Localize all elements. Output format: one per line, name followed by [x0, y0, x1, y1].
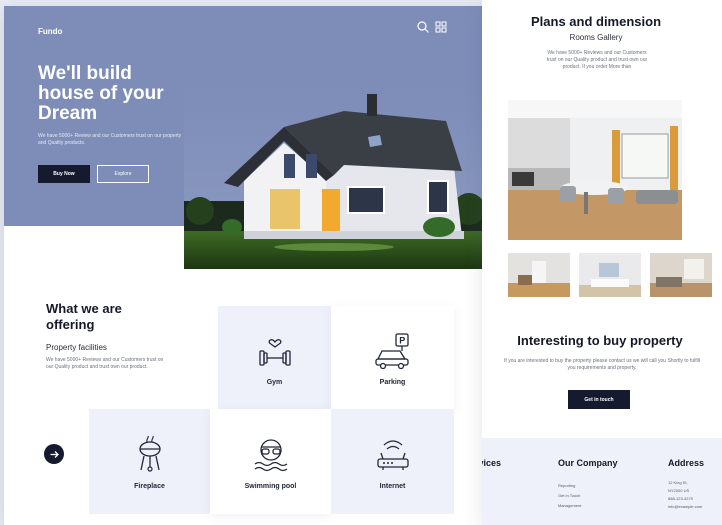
- arrow-right-icon: [50, 450, 59, 458]
- room-thumbnail[interactable]: [650, 253, 712, 297]
- house-photo: [184, 91, 482, 269]
- buy-property-title: Interesting to buy property: [517, 333, 683, 348]
- footer-heading-address: Address: [668, 458, 705, 468]
- facility-card-swimming-pool[interactable]: Swimming pool: [210, 409, 331, 514]
- plans-title: Plans and dimension: [530, 14, 662, 29]
- gym-icon: [258, 339, 291, 366]
- footer-link[interactable]: Reporting: [558, 483, 575, 488]
- grid-icon[interactable]: [434, 20, 448, 34]
- facility-card-parking[interactable]: P Parking: [331, 306, 454, 409]
- offering-subtitle: Property facilities: [46, 343, 107, 352]
- facility-card-internet[interactable]: Internet: [331, 409, 454, 514]
- brand-logo[interactable]: Fundo: [38, 27, 62, 36]
- headline-line: house of your: [38, 83, 164, 104]
- landing-page-right: Plans and dimension Rooms Gallery We hav…: [482, 0, 722, 525]
- swimming-pool-icon: [254, 439, 287, 472]
- footer-link[interactable]: Get in Touch: [558, 493, 580, 498]
- fireplace-icon: [138, 435, 161, 472]
- room-thumbnail[interactable]: [579, 253, 641, 297]
- address-line[interactable]: info@example.com: [668, 504, 702, 509]
- landing-page-left: Fundo We'll build house of your Dream We…: [4, 6, 482, 525]
- offering-title: What we are offering: [46, 301, 122, 332]
- internet-icon: [376, 440, 409, 470]
- facility-label: Gym: [266, 379, 283, 386]
- search-icon[interactable]: [416, 20, 430, 34]
- room-gallery-main-photo[interactable]: [508, 100, 682, 240]
- hero-headline: We'll build house of your Dream: [38, 64, 208, 124]
- svg-text:P: P: [399, 336, 405, 346]
- footer-link[interactable]: Management: [558, 503, 581, 508]
- facility-label: Parking: [379, 379, 406, 386]
- facility-card-fireplace[interactable]: Fireplace: [89, 409, 210, 514]
- next-arrow-button[interactable]: [44, 444, 64, 464]
- buy-property-description: If you are interested to buy the propert…: [504, 358, 700, 371]
- facility-card-gym[interactable]: Gym: [218, 306, 331, 409]
- facility-label: Swimming pool: [244, 483, 297, 490]
- footer-heading-company: Our Company: [558, 458, 618, 468]
- footer: Services Our Company Reporting Get in To…: [482, 438, 722, 525]
- room-thumbnail[interactable]: [508, 253, 570, 297]
- parking-icon: P: [374, 333, 409, 370]
- get-in-touch-button[interactable]: Get in touch: [568, 390, 630, 409]
- explore-button[interactable]: Explore: [97, 165, 149, 183]
- buy-now-button[interactable]: Buy Now: [38, 165, 90, 183]
- offering-description: We have 5000+ Reviews and our Customers …: [46, 357, 164, 370]
- address-line: 888-123-4279: [668, 496, 693, 501]
- headline-line: We'll build: [38, 63, 132, 84]
- facility-label: Fireplace: [134, 483, 165, 490]
- facility-label: Internet: [379, 483, 406, 490]
- plans-description: We have 5000+ Reviews and our Customers …: [546, 50, 648, 70]
- headline-line: Dream: [38, 103, 98, 124]
- address-line: 12 King St,: [668, 480, 688, 485]
- plans-subtitle: Rooms Gallery: [569, 33, 623, 42]
- hero-description: We have 5000+ Review and our Customers t…: [38, 133, 182, 146]
- address-line: NY2000 US: [668, 488, 690, 493]
- footer-heading-services: Services: [482, 458, 502, 468]
